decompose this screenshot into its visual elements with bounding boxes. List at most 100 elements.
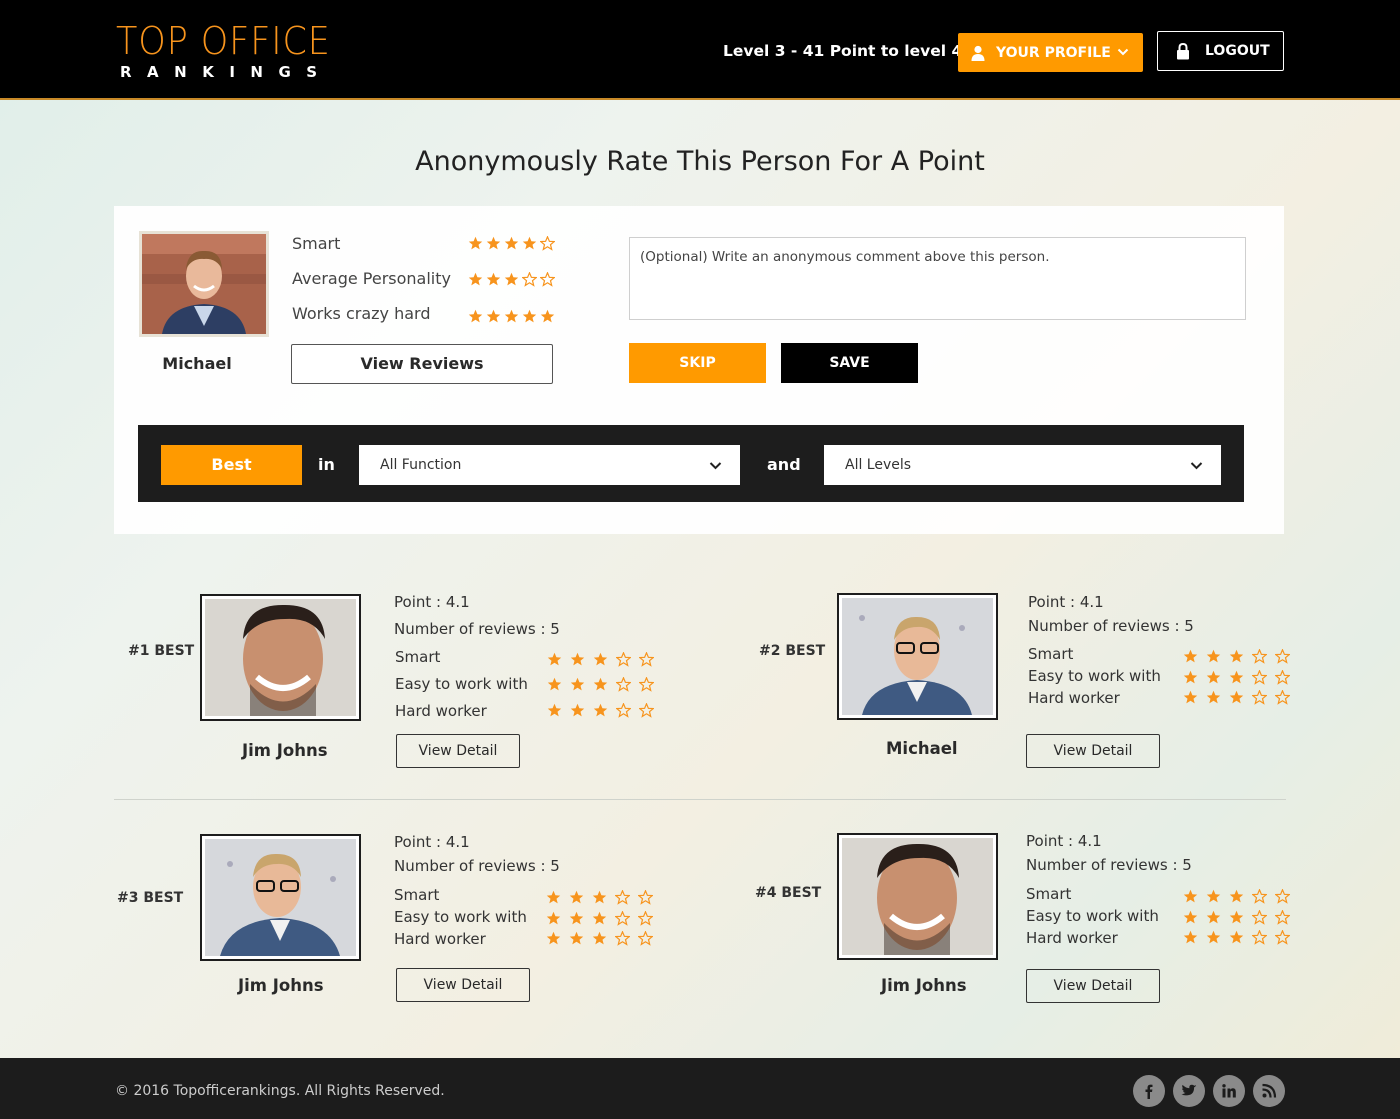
rank-star-rating [546, 890, 653, 905]
star-filled-icon[interactable] [522, 236, 537, 251]
star-filled-icon [592, 911, 607, 925]
anonymous-comment-input[interactable] [629, 237, 1246, 320]
your-profile-button[interactable]: YOUR PROFILE [958, 33, 1143, 72]
rank-criterion-label: Hard worker [395, 702, 487, 720]
star-empty-icon [638, 890, 653, 905]
star-empty-icon [1252, 910, 1267, 925]
rank-photo[interactable] [837, 593, 998, 720]
skip-button[interactable]: SKIP [629, 343, 766, 383]
star-empty-icon [639, 677, 654, 692]
chevron-down-icon [1190, 462, 1203, 470]
star-empty-icon[interactable] [522, 272, 537, 287]
star-filled-icon[interactable] [504, 309, 519, 324]
star-filled-icon [546, 931, 561, 945]
twitter-glyph [1181, 1084, 1197, 1096]
copyright-text: © 2016 Topofficerankings. All Rights Res… [115, 1083, 445, 1099]
star-empty-icon [1252, 930, 1267, 945]
star-filled-icon [569, 890, 584, 904]
twitter-icon[interactable] [1173, 1075, 1205, 1107]
star-filled-icon [1206, 930, 1221, 944]
lock-icon [1177, 42, 1189, 59]
rank-photo[interactable] [200, 834, 361, 961]
person-photo-illustration [842, 598, 993, 715]
logout-button[interactable]: LOGOUT [1157, 31, 1284, 71]
person-photo [205, 599, 356, 716]
star-filled-icon[interactable] [468, 309, 483, 324]
rank-review-count: Number of reviews : 5 [1028, 617, 1194, 635]
rank-photo[interactable] [200, 594, 361, 721]
star-filled-icon [1183, 930, 1198, 944]
rate-person-name: Michael [162, 354, 232, 373]
star-empty-icon [1275, 670, 1290, 685]
star-filled-icon [1229, 910, 1244, 924]
star-filled-icon[interactable] [486, 236, 501, 251]
star-rating-personality[interactable] [468, 272, 555, 287]
logout-label: LOGOUT [1205, 43, 1270, 59]
logo[interactable]: TOP OFFICE RANKINGS [116, 22, 346, 82]
view-detail-button[interactable]: View Detail [396, 734, 520, 768]
logo-top-text: TOP OFFICE [116, 19, 331, 63]
star-empty-icon[interactable] [540, 236, 555, 251]
star-filled-icon[interactable] [486, 309, 501, 324]
linkedin-icon[interactable] [1213, 1075, 1245, 1107]
rss-icon[interactable] [1253, 1075, 1285, 1107]
facebook-glyph [1145, 1084, 1153, 1099]
rank-label: #4 BEST [755, 885, 822, 901]
star-rating-works-hard[interactable] [468, 309, 555, 324]
star-filled-icon [1206, 649, 1221, 663]
star-empty-icon [615, 931, 630, 946]
function-select-value: All Function [380, 457, 462, 473]
star-empty-icon[interactable] [540, 272, 555, 287]
levels-select[interactable]: All Levels [824, 445, 1221, 485]
rank-point: Point : 4.1 [394, 593, 470, 611]
star-filled-icon[interactable] [540, 309, 555, 324]
star-filled-icon [547, 652, 562, 666]
rank-photo[interactable] [837, 833, 998, 960]
star-filled-icon [1183, 889, 1198, 903]
filter-and-label: and [767, 455, 801, 474]
criterion-label: Average Personality [292, 269, 451, 288]
star-empty-icon [1275, 690, 1290, 705]
star-filled-icon[interactable] [468, 272, 483, 287]
best-filter-button[interactable]: Best [161, 445, 302, 485]
rank-review-count: Number of reviews : 5 [394, 857, 560, 875]
person-photo [842, 598, 993, 715]
star-filled-icon[interactable] [486, 272, 501, 287]
view-detail-button[interactable]: View Detail [1026, 734, 1160, 768]
rank-label: #2 BEST [759, 643, 826, 659]
rank-star-rating [547, 677, 654, 692]
rank-criterion-label: Hard worker [1028, 689, 1120, 707]
person-photo-illustration [205, 839, 356, 956]
star-empty-icon [1252, 649, 1267, 664]
rank-review-count: Number of reviews : 5 [1026, 856, 1192, 874]
facebook-icon[interactable] [1133, 1075, 1165, 1107]
star-rating-smart[interactable] [468, 236, 555, 251]
rank-point: Point : 4.1 [1026, 832, 1102, 850]
chevron-down-icon [709, 462, 722, 470]
view-detail-button[interactable]: View Detail [1026, 969, 1160, 1003]
star-filled-icon [593, 703, 608, 717]
view-reviews-button[interactable]: View Reviews [291, 344, 553, 384]
person-photo [842, 838, 993, 955]
star-filled-icon[interactable] [522, 309, 537, 324]
page-title: Anonymously Rate This Person For A Point [415, 146, 985, 177]
save-button[interactable]: SAVE [781, 343, 918, 383]
star-filled-icon [1229, 889, 1244, 903]
star-filled-icon[interactable] [468, 236, 483, 251]
top-header: TOP OFFICE RANKINGS Level 3 - 41 Point t… [0, 0, 1400, 100]
linkedin-glyph [1222, 1084, 1236, 1098]
view-detail-button[interactable]: View Detail [396, 968, 530, 1002]
star-filled-icon [1229, 670, 1244, 684]
star-filled-icon[interactable] [504, 236, 519, 251]
criterion-label: Smart [292, 234, 341, 253]
star-empty-icon [638, 911, 653, 926]
function-select[interactable]: All Function [359, 445, 740, 485]
star-empty-icon [1275, 930, 1290, 945]
rank-star-rating [1183, 910, 1290, 925]
star-filled-icon[interactable] [504, 272, 519, 287]
rank-criterion-label: Smart [394, 886, 440, 904]
star-filled-icon [592, 931, 607, 945]
star-empty-icon [639, 652, 654, 667]
star-empty-icon [638, 931, 653, 946]
star-empty-icon [639, 703, 654, 718]
